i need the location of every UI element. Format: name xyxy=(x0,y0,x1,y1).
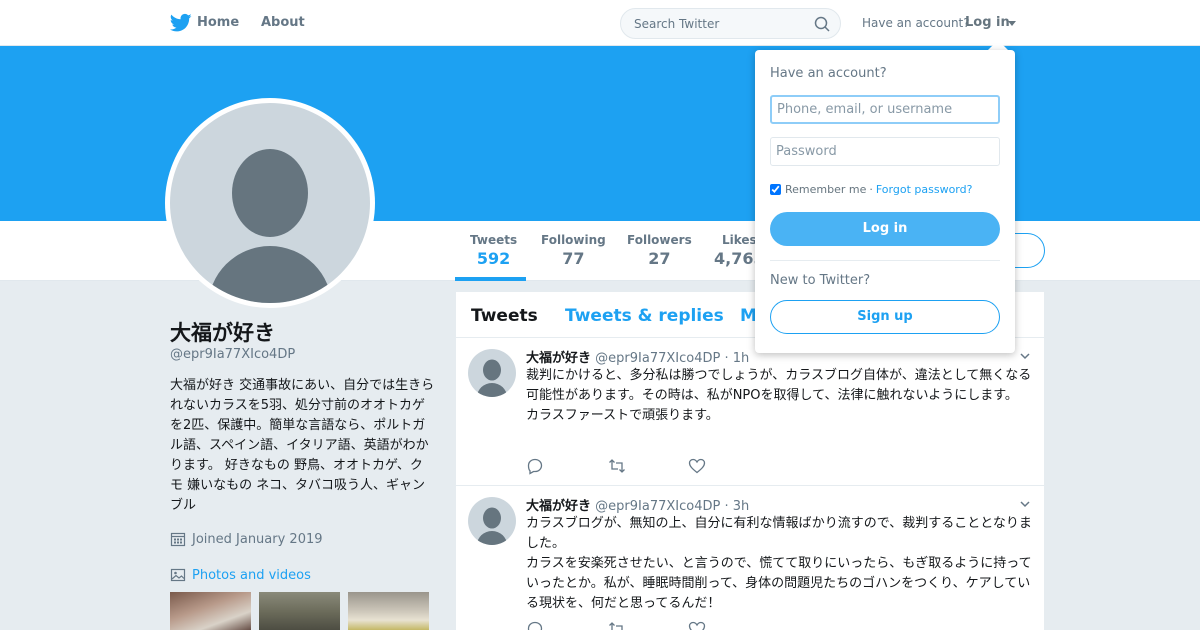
nav-about-link[interactable]: About xyxy=(261,15,305,30)
heart-icon[interactable] xyxy=(688,457,706,475)
default-avatar-icon[interactable] xyxy=(468,497,516,545)
tab-tweets-replies[interactable]: Tweets & replies xyxy=(565,306,724,326)
stat-tweets[interactable]: Tweets 592 xyxy=(470,233,517,268)
search-icon[interactable] xyxy=(814,16,830,32)
twitter-bird-icon[interactable] xyxy=(170,13,192,33)
default-avatar-icon xyxy=(170,103,370,303)
dropdown-caret xyxy=(988,40,1008,50)
dropdown-title: Have an account? xyxy=(770,66,887,81)
photo-thumbnail[interactable] xyxy=(348,592,429,630)
tweet[interactable]: 大福が好き @epr9Ia77XIco4DP · 3h カラスブログが、無知の上… xyxy=(456,486,1044,630)
username-field[interactable] xyxy=(770,95,1000,124)
photos-link-text: Photos and videos xyxy=(192,567,311,583)
stat-following[interactable]: Following 77 xyxy=(541,233,606,268)
login-button[interactable]: Log in xyxy=(770,212,1000,246)
forgot-password-link[interactable]: Forgot password? xyxy=(876,183,973,196)
top-nav: Home About Search Twitter Have an accoun… xyxy=(0,0,1200,46)
chevron-down-icon[interactable] xyxy=(1020,351,1030,361)
joined-date: Joined January 2019 xyxy=(170,531,323,547)
photos-videos-link[interactable]: Photos and videos xyxy=(170,567,311,583)
active-stat-underline xyxy=(455,277,526,281)
tweet-text: カラスブログが、無知の上、自分に有利な情報ばかり流すので、裁判することとなりまし… xyxy=(526,516,1032,611)
caret-down-icon[interactable] xyxy=(1008,21,1016,26)
tweet-author-name[interactable]: 大福が好き xyxy=(526,351,591,366)
remember-me-checkbox[interactable] xyxy=(770,184,781,195)
search-placeholder: Search Twitter xyxy=(634,17,720,31)
search-input[interactable]: Search Twitter xyxy=(620,8,841,39)
tweet-author-name[interactable]: 大福が好き xyxy=(526,499,591,514)
profile-handle: @epr9Ia77XIco4DP xyxy=(170,347,296,362)
tweet-separator-dot: · xyxy=(724,499,729,514)
joined-text: Joined January 2019 xyxy=(192,531,323,547)
reply-icon[interactable] xyxy=(526,457,544,475)
chevron-down-icon[interactable] xyxy=(1020,499,1030,509)
separator-dot: · xyxy=(869,183,873,196)
stat-value: 77 xyxy=(562,249,585,268)
tweet-header: 大福が好き @epr9Ia77XIco4DP · 3h xyxy=(526,495,749,514)
photo-thumbnail[interactable] xyxy=(170,592,251,630)
stat-value: 592 xyxy=(476,249,511,268)
stat-label: Tweets xyxy=(470,233,518,247)
tweet[interactable]: 大福が好き @epr9Ia77XIco4DP · 1h 裁判にかけると、多分私は… xyxy=(456,338,1044,486)
default-avatar-icon[interactable] xyxy=(468,349,516,397)
tweet-text: 裁判にかけると、多分私は勝つでしょうが、カラスブログ自体が、違法として無くなる可… xyxy=(526,368,1032,423)
tweet-author-handle[interactable]: @epr9Ia77XIco4DP xyxy=(595,351,720,366)
login-dropdown-toggle[interactable]: Log in xyxy=(965,15,1010,30)
password-field[interactable] xyxy=(770,137,1000,166)
stat-label: Followers xyxy=(627,233,692,247)
tweet-author-handle[interactable]: @epr9Ia77XIco4DP xyxy=(595,499,720,514)
tweet-header: 大福が好き @epr9Ia77XIco4DP · 1h xyxy=(526,347,749,366)
stat-label: Following xyxy=(541,233,606,247)
reply-icon[interactable] xyxy=(526,620,544,630)
have-account-text: Have an account? xyxy=(862,16,970,30)
profile-bio: 大福が好き 交通事故にあい、自分では生きられないカラスを5羽、処分寸前のオオトカ… xyxy=(170,378,435,513)
new-to-twitter-text: New to Twitter? xyxy=(770,273,871,288)
stat-followers[interactable]: Followers 27 xyxy=(627,233,692,268)
nav-home-link[interactable]: Home xyxy=(197,15,239,30)
divider xyxy=(770,260,1000,261)
heart-icon[interactable] xyxy=(688,620,706,630)
tweet-timestamp[interactable]: 3h xyxy=(733,499,750,514)
retweet-icon[interactable] xyxy=(608,620,626,630)
tweet-timestamp[interactable]: 1h xyxy=(733,351,750,366)
profile-avatar[interactable] xyxy=(165,98,375,308)
remember-me-row: Remember me · Forgot password? xyxy=(770,183,972,196)
calendar-icon xyxy=(170,532,186,547)
signup-button[interactable]: Sign up xyxy=(770,300,1000,334)
stat-value: 27 xyxy=(648,249,671,268)
photo-thumbnail[interactable] xyxy=(259,592,340,630)
photo-icon xyxy=(170,568,186,582)
tweet-separator-dot: · xyxy=(724,351,729,366)
profile-name: 大福が好き xyxy=(170,321,275,345)
login-dropdown: Have an account? Remember me · Forgot pa… xyxy=(755,50,1015,353)
retweet-icon[interactable] xyxy=(608,457,626,475)
remember-me-label: Remember me xyxy=(785,183,867,196)
tab-tweets[interactable]: Tweets xyxy=(471,306,538,326)
